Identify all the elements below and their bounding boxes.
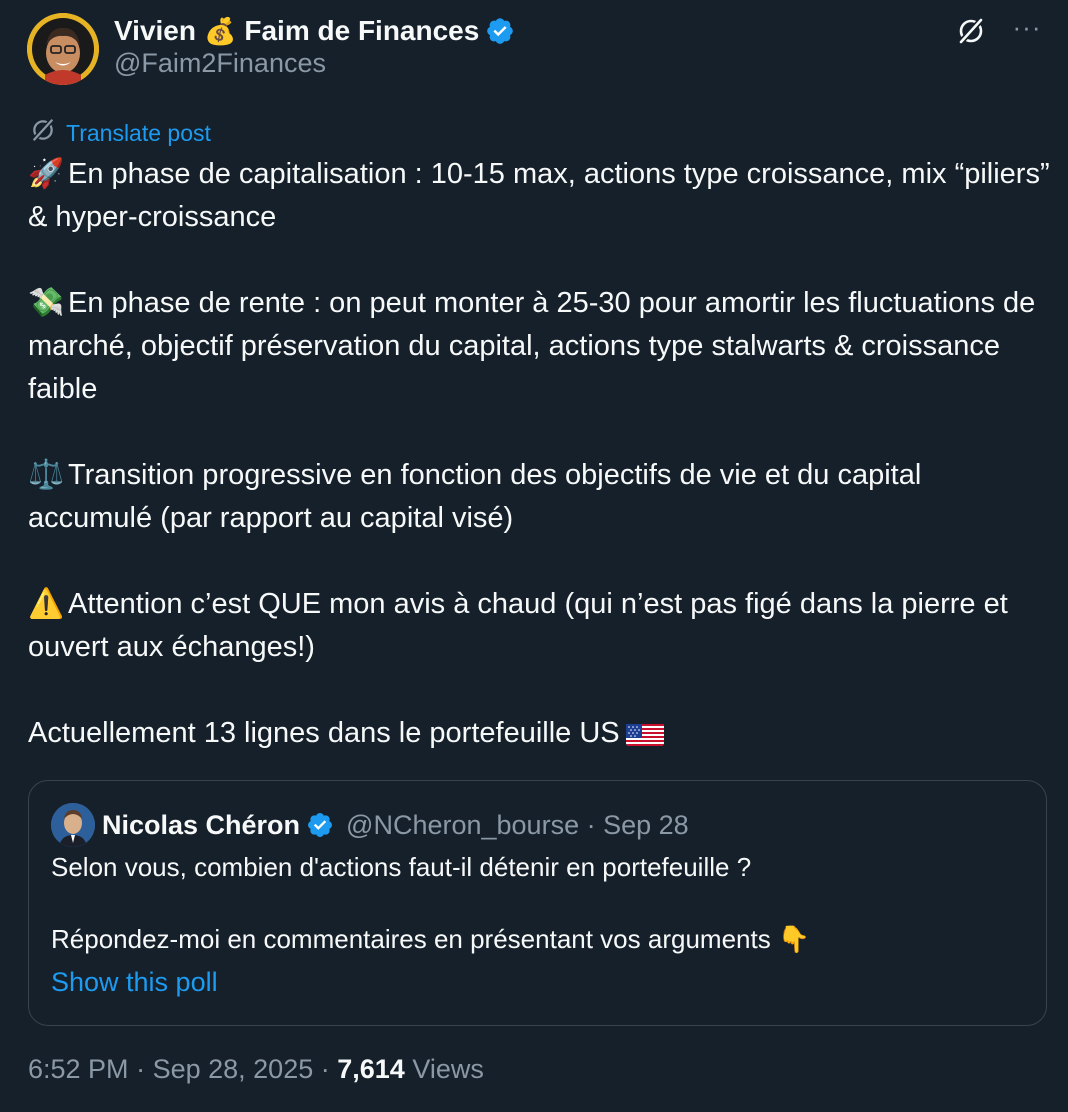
balance-scale-emoji: ⚖️ [28, 459, 65, 491]
quote-header: Nicolas Chéron @NCheron_bourse · Sep 28 [102, 805, 689, 845]
paragraph-capitalisation: 🚀 En phase de capitalisation : 10-15 max,… [28, 153, 1052, 239]
author-handle[interactable]: @Faim2Finances [114, 48, 326, 79]
paragraph-text: Actuellement 13 lignes dans le portefeui… [28, 717, 620, 749]
quote-handle-date[interactable]: @NCheron_bourse · Sep 28 [346, 810, 689, 841]
paragraph-text: Attention c’est QUE mon avis à chaud (qu… [28, 588, 1008, 663]
paragraph-lignes: Actuellement 13 lignes dans le portefeui… [28, 712, 1052, 755]
paragraph-attention: ⚠️ Attention c’est QUE mon avis à chaud (… [28, 583, 1052, 669]
show-poll-link[interactable]: Show this poll [51, 967, 218, 998]
money-bag-emoji: 💰 [203, 15, 237, 46]
author-name-second: Faim de Finances [244, 15, 480, 46]
quote-line: Selon vous, combien d'actions faut-il dé… [51, 852, 752, 882]
translate-post-link[interactable]: Translate post [30, 117, 211, 149]
quote-text: Selon vous, combien d'actions faut-il dé… [51, 849, 1011, 957]
tweet: Vivien 💰 Faim de Finances @Faim2Finances… [0, 0, 1068, 1112]
author-name[interactable]: Vivien 💰 Faim de Finances [114, 12, 515, 50]
tweet-footer: 6:52 PM · Sep 28, 2025 · 7,614 Views [28, 1054, 484, 1085]
quote-author-name[interactable]: Nicolas Chéron [102, 810, 300, 841]
quote-author-avatar[interactable] [51, 803, 95, 847]
paragraph-text: En phase de rente : on peut monter à 25-… [28, 287, 1036, 405]
separator-dot: · [320, 1054, 338, 1084]
quote-line: Répondez-moi en commentaires en présenta… [51, 924, 811, 954]
grok-icon[interactable] [954, 14, 988, 48]
post-date[interactable]: Sep 28, 2025 [153, 1054, 314, 1084]
paragraph-rente: 💸 En phase de rente : on peut monter à 25… [28, 282, 1052, 411]
author-avatar[interactable] [27, 13, 99, 85]
separator-dot: · [136, 1054, 153, 1084]
warning-emoji: ⚠️ [28, 588, 65, 620]
translate-icon [30, 117, 56, 149]
paragraph-transition: ⚖️ Transition progressive en fonction des… [28, 454, 1052, 540]
post-time[interactable]: 6:52 PM [28, 1054, 129, 1084]
paragraph-text: Transition progressive en fonction des o… [28, 459, 922, 534]
translate-post-label: Translate post [66, 119, 211, 146]
views-label: Views [412, 1054, 484, 1084]
views-count: 7,614 [337, 1054, 405, 1084]
verified-badge-icon [485, 16, 515, 46]
paragraph-text: En phase de capitalisation : 10-15 max, … [28, 158, 1050, 233]
tweet-actions: ··· [954, 14, 1044, 48]
tweet-text: 🚀 En phase de capitalisation : 10-15 max,… [28, 153, 1052, 755]
money-wings-emoji: 💸 [28, 287, 65, 319]
rocket-emoji: 🚀 [28, 158, 65, 190]
more-options-icon[interactable]: ··· [1010, 14, 1044, 48]
verified-badge-icon [306, 811, 334, 839]
author-name-first: Vivien [114, 15, 196, 46]
quoted-tweet[interactable]: Nicolas Chéron @NCheron_bourse · Sep 28 … [28, 780, 1047, 1026]
us-flag-icon [625, 720, 664, 746]
